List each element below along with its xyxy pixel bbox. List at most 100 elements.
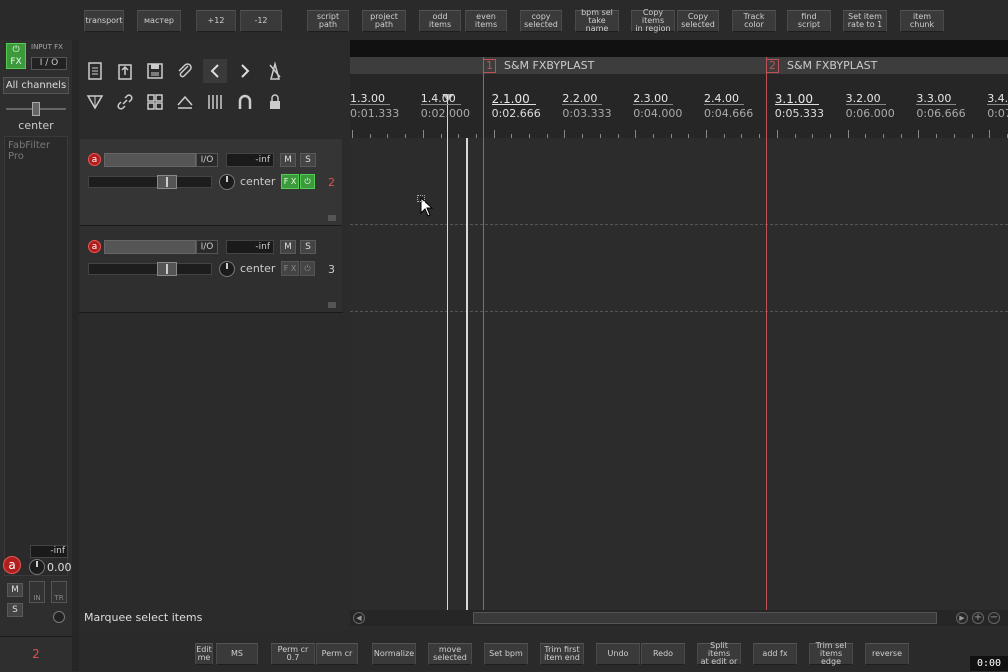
master-mute-button[interactable]: M (7, 583, 23, 597)
region-lane[interactable] (350, 57, 1008, 74)
track-panel[interactable]: a I/O -inf M Scenter F X ⏻ 2 (80, 139, 342, 226)
track-resize-handle[interactable] (328, 215, 336, 221)
track-lane-3[interactable] (350, 225, 1008, 312)
channels-selector[interactable]: All channels (3, 77, 69, 94)
volume-fader[interactable] (88, 175, 212, 189)
scroll-left-icon[interactable]: ◀ (353, 612, 365, 624)
toolbar-button-13[interactable]: find script (787, 10, 831, 32)
toolbar-button-15[interactable]: item chunk (900, 10, 944, 32)
timeline-ruler[interactable] (350, 74, 1008, 138)
envelope-icon[interactable] (173, 90, 197, 114)
grid-icon[interactable] (143, 90, 167, 114)
fx-button[interactable]: F X (281, 174, 299, 189)
bottom-button-4[interactable]: Normalize (372, 643, 416, 665)
toolbar-button-12[interactable]: Track color (732, 10, 776, 32)
master-record-button[interactable]: a (3, 556, 21, 574)
track-resize-handle[interactable] (328, 302, 336, 308)
link-icon[interactable] (113, 90, 137, 114)
ruler-tick (741, 134, 743, 138)
track-lane-2[interactable] (350, 138, 1008, 225)
zoom-out-icon[interactable]: − (988, 612, 1000, 624)
toolbar-button-11[interactable]: Copy selected (677, 10, 719, 32)
toolbar-button-10[interactable]: Copy items in region (631, 9, 675, 33)
scroll-right-icon[interactable]: ▶ (956, 612, 968, 624)
toolbar-button-0[interactable]: transport (84, 10, 124, 32)
volume-fader-thumb[interactable] (157, 175, 177, 189)
fx-bypass-icon[interactable]: ⏻ (300, 174, 315, 189)
volume-fader[interactable] (88, 262, 212, 276)
bottom-button-1[interactable]: MS (216, 643, 258, 665)
save-project-icon[interactable] (143, 59, 167, 83)
toolbar-button-9[interactable]: bpm sel take name (575, 9, 619, 33)
bottom-button-6[interactable]: Set bpm (484, 643, 528, 665)
bottom-button-9[interactable]: Redo (641, 643, 685, 665)
track-name-field[interactable] (104, 153, 196, 167)
toolbar-button-1[interactable]: мастер (137, 10, 181, 32)
pan-knob[interactable] (219, 261, 235, 277)
phase-button[interactable] (53, 611, 65, 623)
plugin-slot[interactable]: FabFilter Pro (5, 137, 67, 165)
undo-arrow-icon[interactable] (203, 59, 227, 83)
pan-slider[interactable] (6, 102, 66, 116)
region-2-marker[interactable]: 2 S&M FXBYPLAST (766, 58, 877, 73)
toolbar-button-7[interactable]: even items (465, 10, 507, 32)
bottom-button-11[interactable]: add fx (753, 643, 797, 665)
record-arm-button[interactable]: a (88, 153, 101, 166)
lock-icon[interactable] (263, 90, 287, 114)
arrange-view[interactable]: 1 S&M FXBYPLAST 2 S&M FXBYPLAST 1.3.00 0:… (350, 40, 1008, 610)
toolbar-button-2[interactable]: +12 (196, 10, 236, 32)
bottom-button-3[interactable]: Perm cr (316, 643, 358, 665)
fx-button[interactable]: ⏻ FX (6, 43, 26, 69)
open-project-icon[interactable] (113, 59, 137, 83)
toolbar-button-6[interactable]: odd items (419, 10, 461, 32)
bottom-button-10[interactable]: Split items at edit or (697, 642, 741, 666)
bottom-button-5[interactable]: move selected (428, 643, 472, 665)
io-button[interactable]: I / O (31, 57, 67, 70)
input-monitor-button[interactable]: IN (29, 581, 45, 603)
fx-bypass-icon[interactable]: ⏻ (300, 261, 315, 276)
bottom-button-0[interactable]: Edit me (195, 643, 213, 665)
ripple-edit-icon[interactable] (83, 90, 107, 114)
ruler-underline (916, 104, 957, 105)
bottom-button-8[interactable]: Undo (596, 643, 640, 665)
scrollbar-thumb[interactable] (473, 612, 937, 624)
toolbar-button-8[interactable]: copy selected (520, 10, 562, 32)
track-mode-label: TR (54, 594, 64, 602)
redo-arrow-icon[interactable] (233, 59, 257, 83)
mixer-splitter[interactable] (72, 40, 79, 671)
region-1-marker[interactable]: 1 S&M FXBYPLAST (483, 58, 594, 73)
mute-button[interactable]: M (280, 153, 296, 167)
marker-bars-icon[interactable] (203, 90, 227, 114)
zoom-in-icon[interactable]: + (972, 612, 984, 624)
bottom-button-13[interactable]: reverse (865, 643, 909, 665)
toolbar-button-5[interactable]: project path (362, 10, 406, 32)
bottom-button-7[interactable]: Trim first item end (540, 643, 584, 665)
solo-button[interactable]: S (300, 240, 316, 254)
metronome-icon[interactable] (263, 59, 287, 83)
track-panel-empty[interactable] (79, 312, 343, 609)
bottom-button-12[interactable]: Trim sel items edge (809, 642, 853, 666)
master-pan-knob[interactable] (29, 559, 45, 575)
track-mode-button[interactable]: TR (51, 581, 67, 603)
mute-button[interactable]: M (280, 240, 296, 254)
toolbar-button-4[interactable]: script path (307, 10, 349, 32)
snap-magnet-icon[interactable] (233, 90, 257, 114)
horizontal-scrollbar[interactable]: ◀ ▶ + − (350, 610, 1008, 626)
record-arm-button[interactable]: a (88, 240, 101, 253)
track-name-field[interactable] (104, 240, 196, 254)
toolbar-button-14[interactable]: Set item rate to 1 (843, 10, 887, 32)
new-project-icon[interactable] (83, 59, 107, 83)
input-fx-label[interactable]: INPUT FX (31, 43, 63, 51)
pan-knob[interactable] (219, 174, 235, 190)
track-panel[interactable]: a I/O -inf M Scenter F X ⏻ 3 (80, 226, 342, 313)
fx-chain-slot[interactable]: FabFilter Pro (4, 136, 68, 576)
route-button[interactable]: I/O (196, 153, 218, 167)
solo-button[interactable]: S (300, 153, 316, 167)
bottom-button-2[interactable]: Perm cr 0.7 (271, 643, 315, 665)
route-button[interactable]: I/O (196, 240, 218, 254)
volume-fader-thumb[interactable] (157, 262, 177, 276)
attachment-icon[interactable] (173, 59, 197, 83)
toolbar-button-3[interactable]: -12 (240, 10, 282, 32)
fx-button[interactable]: F X (281, 261, 299, 276)
master-solo-button[interactable]: S (7, 603, 23, 617)
